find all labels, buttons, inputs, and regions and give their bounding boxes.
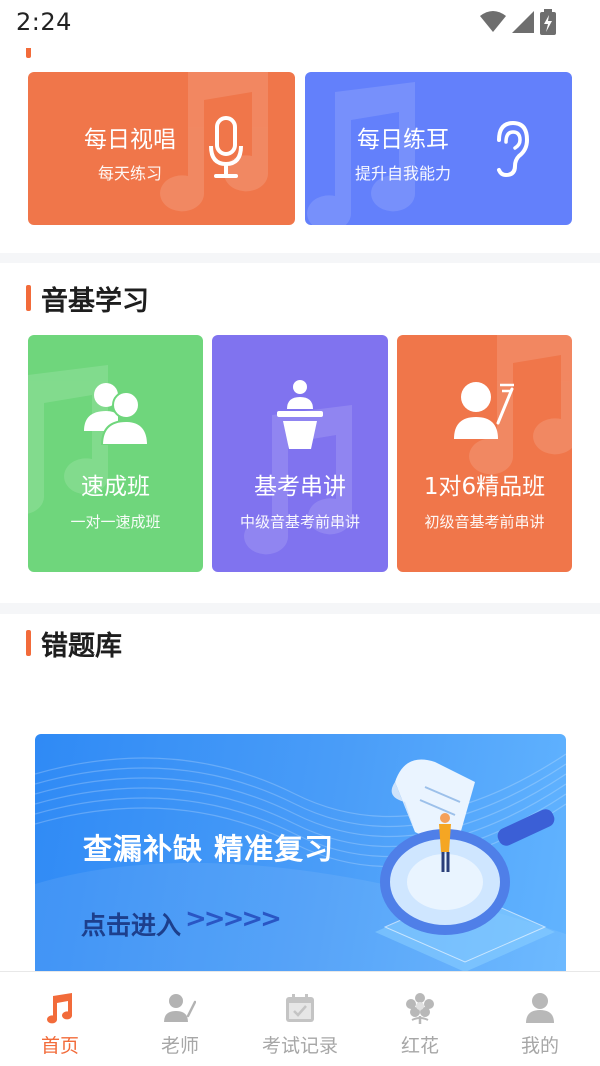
nav-label: 考试记录 — [261, 1035, 338, 1057]
title-accent-bar — [26, 630, 31, 656]
section-music-basics: 音基学习 速成班 一对一速成班 基考串讲 中级音基考前串讲 1对6精品班 初级音… — [0, 263, 600, 603]
status-icons — [480, 8, 556, 36]
mistake-bank-banner[interactable]: 查漏补缺 精准复习 点击进入 >>>>> — [35, 734, 566, 971]
calendar-check-icon — [286, 994, 314, 1022]
card-subtitle: 初级音基考前串讲 — [424, 513, 545, 531]
card-subtitle: 提升自我能力 — [354, 164, 451, 183]
section-title: 音基学习 — [26, 281, 149, 317]
nav-label: 老师 — [160, 1035, 199, 1057]
title-accent-bar — [26, 285, 31, 311]
title-accent-bar — [26, 48, 31, 58]
ear-icon — [497, 120, 530, 178]
nav-label: 首页 — [40, 1035, 79, 1057]
banner-arrows: >>>>> — [185, 904, 282, 934]
nav-label: 我的 — [520, 1035, 559, 1057]
card-premium-class[interactable]: 1对6精品班 初级音基考前串讲 — [397, 335, 572, 572]
scroll-content[interactable]: 每日视唱 每天练习 每日练耳 提升自我能力 音基学习 速成班 一对一速成班 基考… — [0, 48, 600, 971]
magnifier-illustration — [375, 759, 555, 971]
music-note-icon — [47, 993, 73, 1024]
section-title: 错题库 — [26, 626, 122, 662]
microphone-icon — [209, 116, 243, 178]
section-mistake-bank: 错题库 查漏补缺 精准复习 点击进入 >>>>> — [0, 614, 600, 971]
section-title-text: 错题库 — [41, 630, 122, 662]
card-daily-ear-training[interactable]: 每日练耳 提升自我能力 — [305, 72, 572, 225]
nav-item-mine[interactable]: 我的 — [480, 972, 600, 1066]
status-time: 2:24 — [16, 8, 72, 36]
card-daily-singing[interactable]: 每日视唱 每天练习 — [28, 72, 295, 225]
signal-icon — [512, 11, 534, 33]
nav-item-home[interactable]: 首页 — [0, 972, 120, 1066]
section-title-text: 音基学习 — [41, 285, 149, 317]
card-title: 每日练耳 — [357, 127, 449, 153]
nav-item-exam-records[interactable]: 考试记录 — [240, 972, 360, 1066]
nav-item-red-flower[interactable]: 红花 — [360, 972, 480, 1066]
card-subtitle: 中级音基考前串讲 — [239, 513, 360, 531]
nav-item-teacher[interactable]: 老师 — [120, 972, 240, 1066]
flower-icon — [406, 993, 434, 1024]
card-exam-review[interactable]: 基考串讲 中级音基考前串讲 — [212, 335, 388, 572]
teacher-icon — [453, 382, 514, 439]
nav-label: 红花 — [400, 1035, 439, 1057]
card-crash-course[interactable]: 速成班 一对一速成班 — [28, 335, 203, 572]
card-title: 1对6精品班 — [423, 474, 546, 500]
banner-cta-label[interactable]: 点击进入 — [81, 906, 181, 942]
card-title: 速成班 — [81, 474, 150, 500]
card-title: 每日视唱 — [84, 127, 176, 153]
card-subtitle: 每天练习 — [97, 164, 162, 183]
bottom-nav: 首页 老师 考试记录 红花 我的 — [0, 971, 600, 1066]
teacher-icon — [164, 994, 196, 1022]
wifi-icon — [480, 11, 506, 32]
banner-title: 查漏补缺 精准复习 — [83, 832, 335, 866]
status-bar: 2:24 — [0, 0, 600, 48]
group-users-icon — [83, 383, 148, 445]
user-icon — [526, 993, 554, 1023]
card-subtitle: 一对一速成班 — [70, 513, 161, 531]
card-title: 基考串讲 — [254, 474, 346, 500]
battery-charging-icon — [540, 9, 556, 35]
section-title-cut — [26, 48, 41, 62]
lecturer-podium-icon — [277, 380, 323, 449]
section-practice: 每日视唱 每天练习 每日练耳 提升自我能力 — [0, 48, 600, 253]
